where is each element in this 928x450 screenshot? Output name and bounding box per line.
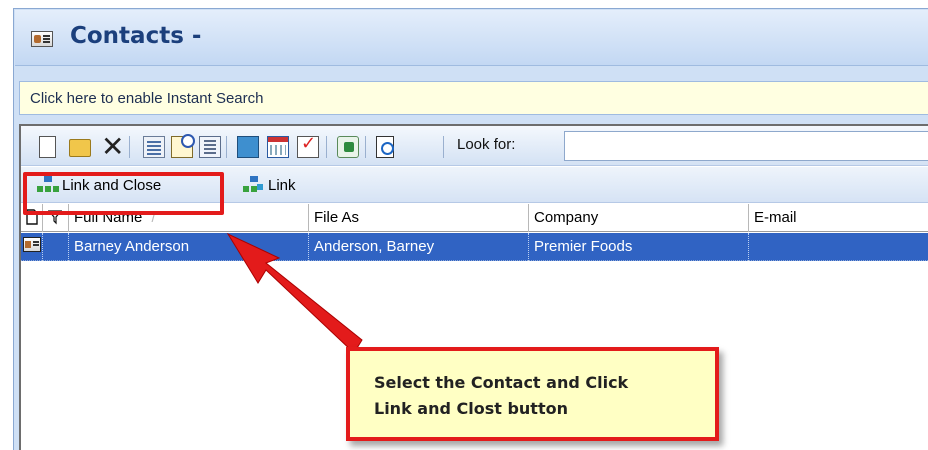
annotation-callout: Select the Contact and Click Link and Cl… [346, 347, 719, 441]
annotation-text: Select the Contact and Click Link and Cl… [374, 373, 629, 418]
